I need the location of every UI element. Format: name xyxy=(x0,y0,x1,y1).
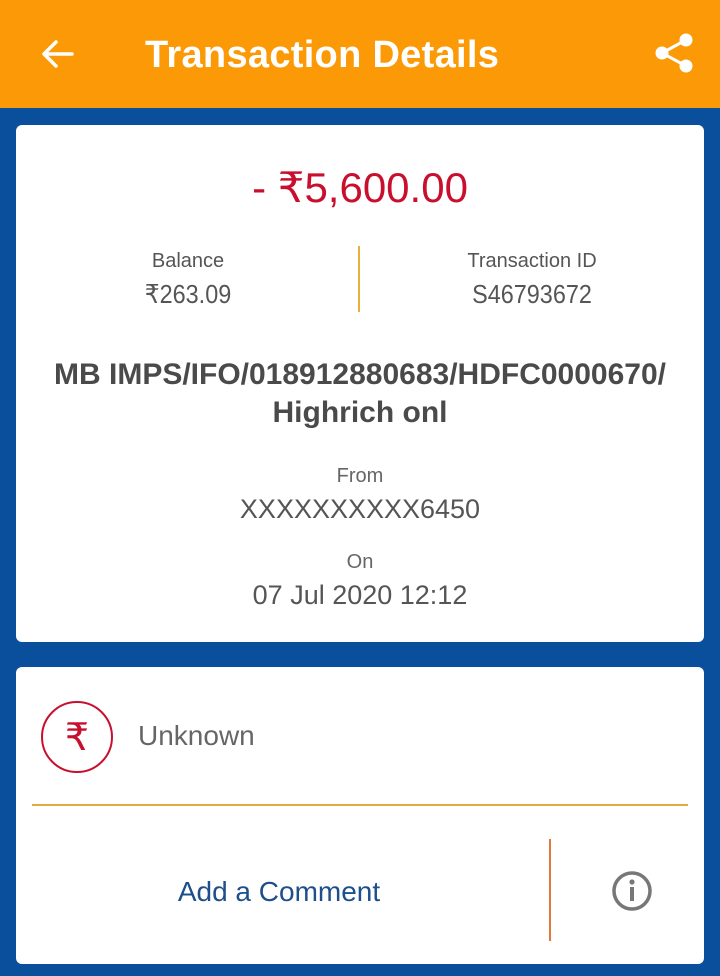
app-bar: Transaction Details xyxy=(0,0,720,108)
on-label: On xyxy=(346,551,374,573)
transaction-id-label: Transaction ID xyxy=(467,250,597,272)
transaction-card: - ₹5,600.00 Balance ₹263.09 Transaction … xyxy=(16,125,704,642)
page-title: Transaction Details xyxy=(145,34,500,76)
transaction-description: MB IMPS/IFO/018912880683/HDFC0000670/ Hi… xyxy=(54,358,666,429)
arrow-left-icon xyxy=(42,40,74,68)
from-label: From xyxy=(336,465,384,487)
rupee-icon[interactable]: ₹ xyxy=(41,701,113,773)
share-button[interactable] xyxy=(646,24,702,82)
info-button[interactable] xyxy=(608,867,656,915)
back-button[interactable] xyxy=(30,26,86,82)
from-account-value: XXXXXXXXXX6450 xyxy=(239,494,481,524)
transaction-date-value: 07 Jul 2020 12:12 xyxy=(252,580,468,610)
add-comment-label: Add a Comment xyxy=(177,876,381,907)
share-icon xyxy=(655,33,693,73)
balance-label: Balance xyxy=(151,250,225,272)
balance-value: ₹263.09 xyxy=(144,279,232,309)
category-card: ₹ Unknown Add a Comment xyxy=(16,667,704,964)
category-label[interactable]: Unknown xyxy=(138,719,255,753)
transaction-id-value: S46793672 xyxy=(472,279,592,309)
transaction-amount: - ₹5,600.00 xyxy=(252,164,468,211)
action-divider xyxy=(549,839,551,941)
add-comment-button[interactable]: Add a Comment xyxy=(16,857,542,927)
info-icon xyxy=(612,871,652,911)
divider xyxy=(32,804,688,806)
